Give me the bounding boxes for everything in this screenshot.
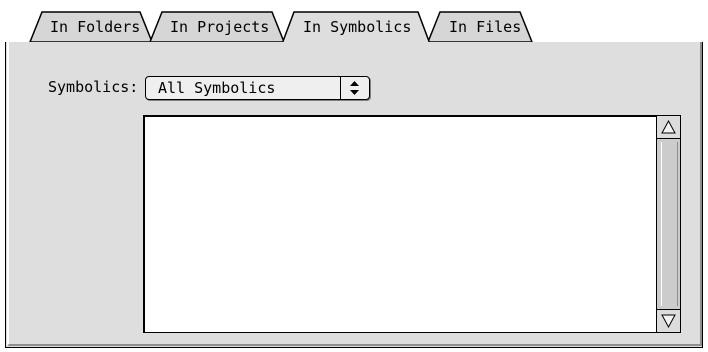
tab-in-folders[interactable]: In Folders xyxy=(50,17,140,37)
tab-in-files[interactable]: In Files xyxy=(449,17,521,37)
popup-arrows-box xyxy=(340,77,369,99)
symbolics-popup-value: All Symbolics xyxy=(158,79,276,97)
up-down-arrows-icon xyxy=(350,81,359,95)
scroll-up-arrow-icon xyxy=(661,120,676,134)
tab-in-symbolics[interactable]: In Symbolics xyxy=(303,17,411,37)
tab-in-projects[interactable]: In Projects xyxy=(170,17,269,37)
tab-bar: In Folders In Projects In Symbolics In F… xyxy=(0,0,708,44)
symbol-list[interactable] xyxy=(143,115,657,333)
symbolics-popup-menu[interactable]: All Symbolics xyxy=(145,76,370,100)
scroll-down-button[interactable] xyxy=(657,309,680,332)
scroll-up-button[interactable] xyxy=(657,116,680,139)
scroll-down-arrow-icon xyxy=(661,314,676,328)
scroll-track[interactable] xyxy=(661,142,678,306)
list-scrollbar[interactable] xyxy=(657,115,681,333)
symbolics-label: Symbolics: xyxy=(48,78,139,96)
